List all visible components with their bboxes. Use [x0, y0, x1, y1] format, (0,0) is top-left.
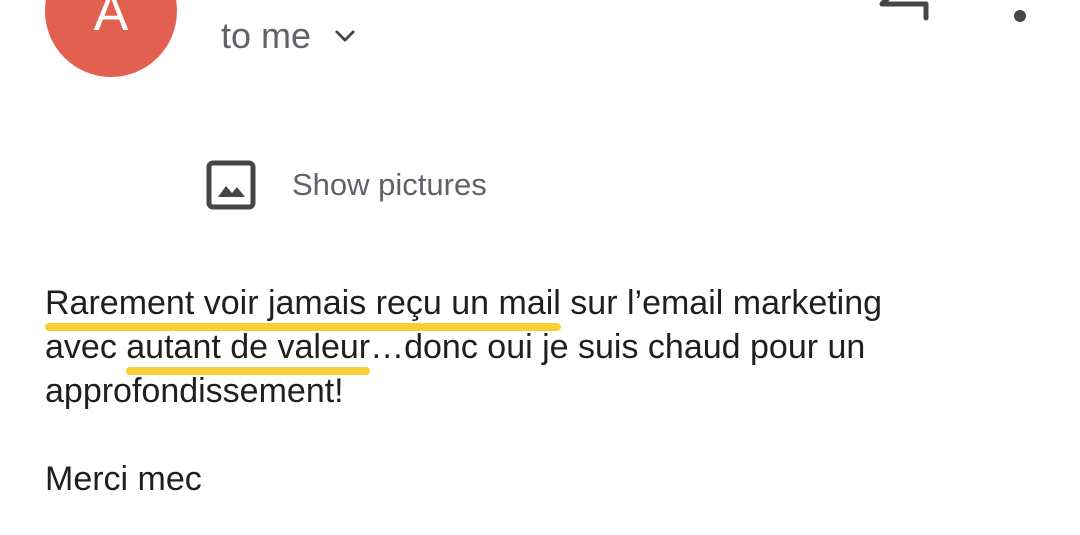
show-pictures-label: Show pictures	[292, 167, 487, 202]
recipient-details-toggle[interactable]: to me	[221, 14, 359, 58]
more-vert-icon[interactable]	[1004, 0, 1036, 28]
highlighted-phrase-2: autant de valeur	[126, 325, 370, 375]
image-icon	[206, 160, 256, 210]
reply-icon[interactable]	[868, 0, 938, 28]
show-pictures-button[interactable]: Show pictures	[205, 159, 487, 211]
message-line-3: approfondissement!	[45, 372, 344, 410]
message-line-2-rest: …donc oui je suis chaud pour un	[370, 328, 866, 366]
recipient-label: to me	[221, 15, 312, 56]
message-line-2: avec autant de valeur…donc oui je suis c…	[45, 325, 1045, 375]
sender-avatar[interactable]: A	[45, 0, 177, 77]
highlighted-phrase-1: Rarement voir jamais reçu un mail	[45, 281, 561, 331]
message-line-1-rest: sur l’email marketing	[560, 284, 883, 322]
message-closing: Merci mec	[45, 460, 202, 498]
chevron-down-icon	[335, 30, 355, 42]
message-body: Rarement voir jamais reçu un mail sur l’…	[45, 281, 1045, 501]
message-line-2-start: avec	[45, 328, 127, 366]
message-line-1: Rarement voir jamais reçu un mail sur l’…	[45, 281, 1045, 331]
avatar-letter: A	[93, 0, 129, 42]
